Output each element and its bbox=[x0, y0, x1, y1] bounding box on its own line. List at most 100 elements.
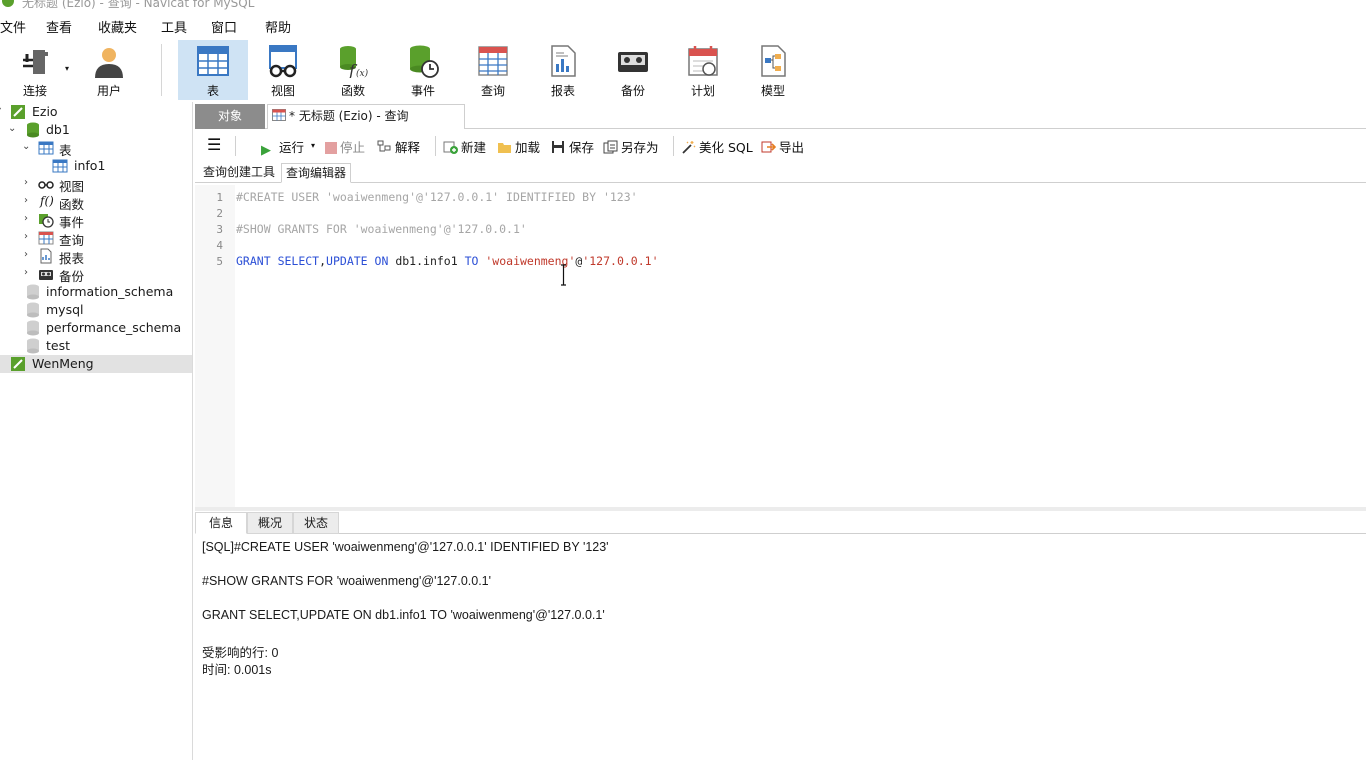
menu-tools[interactable]: 工具 bbox=[161, 17, 187, 36]
connect-dropdown-icon[interactable]: ▾ bbox=[65, 64, 69, 73]
table-icon bbox=[38, 141, 54, 155]
expand-arrow-icon[interactable]: › bbox=[24, 177, 34, 189]
database-icon bbox=[27, 338, 39, 354]
tab-info[interactable]: 信息 bbox=[195, 512, 247, 534]
run-button[interactable]: ▶ 运行 bbox=[261, 137, 304, 158]
tab-query-untitled[interactable]: * 无标题 (Ezio) - 查询 bbox=[267, 104, 465, 129]
title-bar: 无标题 (Ezio) - 查询 - Navicat for MySQL bbox=[0, 0, 1366, 12]
save-as-button[interactable]: 另存为 bbox=[603, 137, 659, 155]
backup-label: 备份 bbox=[620, 84, 645, 98]
menu-window[interactable]: 窗口 bbox=[211, 17, 237, 36]
tree-item-queries[interactable]: › 查询 bbox=[0, 229, 192, 248]
save-button[interactable]: 保存 bbox=[551, 137, 594, 155]
stop-button[interactable]: 停止 bbox=[325, 137, 365, 155]
export-button[interactable]: 导出 bbox=[761, 137, 804, 155]
tab-objects[interactable]: 对象 bbox=[195, 104, 265, 129]
tree-item-views[interactable]: › 视图 bbox=[0, 175, 192, 194]
menu-favorites[interactable]: 收藏夹 bbox=[98, 17, 137, 36]
schedule-button[interactable]: 计划 bbox=[668, 40, 738, 100]
expand-arrow-icon[interactable]: › bbox=[0, 357, 6, 369]
magic-wand-icon bbox=[682, 141, 696, 154]
report-button[interactable]: 报表 bbox=[528, 40, 598, 100]
tree-item-table-info1[interactable]: info1 bbox=[0, 157, 192, 175]
report-label: 报表 bbox=[550, 84, 575, 98]
text-cursor-icon bbox=[561, 264, 566, 286]
event-button[interactable]: 事件 bbox=[388, 40, 458, 100]
user-button[interactable]: 用户 bbox=[74, 40, 144, 100]
menu-help[interactable]: 帮助 bbox=[265, 17, 291, 36]
execution-time: 时间: 0.001s bbox=[202, 663, 272, 677]
navicat-logo-icon bbox=[2, 0, 14, 7]
toolbar-divider bbox=[161, 44, 162, 96]
tree-item-db1[interactable]: ⌄ db1 bbox=[0, 121, 192, 139]
expand-arrow-icon[interactable]: › bbox=[24, 231, 34, 243]
view-button[interactable]: 视图 bbox=[248, 40, 318, 100]
tree-item-connection-wenmeng[interactable]: › WenMeng bbox=[0, 355, 192, 373]
tree-item-reports[interactable]: › 报表 bbox=[0, 247, 192, 266]
query-icon bbox=[272, 109, 286, 121]
menu-bar: 文件 查看 收藏夹 工具 窗口 帮助 bbox=[0, 14, 1366, 36]
tab-query-editor[interactable]: 查询编辑器 bbox=[281, 163, 352, 183]
query-icon bbox=[38, 231, 54, 245]
connect-button[interactable]: ▾ 连接 bbox=[0, 40, 70, 100]
backup-button[interactable]: 备份 bbox=[598, 40, 668, 100]
backup-icon bbox=[618, 52, 648, 72]
tree-item-information-schema[interactable]: information_schema bbox=[0, 283, 192, 301]
message-line: #SHOW GRANTS FOR 'woaiwenmeng'@'127.0.0.… bbox=[202, 574, 492, 588]
tree-item-test[interactable]: test bbox=[0, 337, 192, 355]
line-number: 2 bbox=[216, 207, 223, 220]
tab-query-builder[interactable]: 查询创建工具 bbox=[199, 163, 279, 183]
editor-toolbar: ☰ ▶ 运行 ▾ 停止 解释 新建 加载 保存 另存为 美化 SQL 导出 bbox=[195, 131, 1366, 161]
query-button[interactable]: 查询 bbox=[458, 40, 528, 100]
table-button[interactable]: 表 bbox=[178, 40, 248, 100]
message-line: GRANT SELECT,UPDATE ON db1.info1 TO 'woa… bbox=[202, 608, 605, 622]
tab-status[interactable]: 状态 bbox=[293, 512, 339, 534]
tree-item-tables[interactable]: ⌄ 表 bbox=[0, 139, 192, 158]
function-label: 函数 bbox=[340, 84, 365, 98]
line-number: 1 bbox=[216, 191, 223, 204]
sql-editor[interactable]: 1 2 3 4 5 #CREATE USER 'woaiwenmeng'@'12… bbox=[195, 185, 1366, 507]
explain-icon bbox=[377, 140, 391, 152]
menu-hamburger-icon[interactable]: ☰ bbox=[207, 135, 221, 154]
tree-item-connection-ezio[interactable]: ▾ Ezio bbox=[0, 103, 192, 121]
collapse-arrow-icon[interactable]: ⌄ bbox=[8, 123, 18, 135]
beautify-sql-button[interactable]: 美化 SQL bbox=[681, 137, 753, 155]
collapse-arrow-icon[interactable]: ⌄ bbox=[22, 141, 32, 153]
menu-view[interactable]: 查看 bbox=[46, 17, 72, 36]
code-line-5: GRANT SELECT,UPDATE ON db1.info1 TO 'woa… bbox=[236, 254, 659, 268]
expand-arrow-icon[interactable]: › bbox=[24, 249, 34, 261]
message-panel: [SQL]#CREATE USER 'woaiwenmeng'@'127.0.0… bbox=[195, 535, 1366, 760]
function-icon: f() bbox=[40, 194, 54, 208]
tree-item-events[interactable]: › 事件 bbox=[0, 211, 192, 230]
database-icon bbox=[27, 320, 39, 336]
explain-button[interactable]: 解释 bbox=[377, 137, 420, 155]
svg-text:(x): (x) bbox=[356, 68, 369, 78]
new-button[interactable]: 新建 bbox=[443, 137, 486, 155]
collapse-arrow-icon[interactable]: ▾ bbox=[0, 105, 6, 117]
run-dropdown-icon[interactable]: ▾ bbox=[311, 141, 315, 159]
toolbar-divider bbox=[435, 136, 436, 156]
connect-label: 连接 bbox=[22, 84, 47, 98]
function-button[interactable]: f (x) 函数 bbox=[318, 40, 388, 100]
user-icon bbox=[95, 48, 123, 78]
model-button[interactable]: 模型 bbox=[738, 40, 808, 100]
expand-arrow-icon[interactable]: › bbox=[24, 195, 34, 207]
tab-overview[interactable]: 概况 bbox=[247, 512, 293, 534]
expand-arrow-icon[interactable]: › bbox=[24, 267, 34, 279]
code-line-1: #CREATE USER 'woaiwenmeng'@'127.0.0.1' I… bbox=[236, 190, 638, 204]
connection-icon bbox=[11, 357, 25, 371]
menu-file[interactable]: 文件 bbox=[0, 17, 26, 36]
plug-icon bbox=[23, 50, 48, 74]
load-button[interactable]: 加载 bbox=[497, 137, 540, 155]
view-label: 视图 bbox=[270, 84, 295, 98]
database-icon bbox=[27, 302, 39, 318]
tree-item-mysql[interactable]: mysql bbox=[0, 301, 192, 319]
save-icon bbox=[552, 141, 564, 153]
tree-item-backups[interactable]: › 备份 bbox=[0, 265, 192, 284]
tree-item-functions[interactable]: › f() 函数 bbox=[0, 193, 192, 212]
navigation-tree: ▾ Ezio ⌄ db1 ⌄ 表 info1 › 视图 › f() 函数 bbox=[0, 102, 193, 760]
expand-arrow-icon[interactable]: › bbox=[24, 213, 34, 225]
tree-item-performance-schema[interactable]: performance_schema bbox=[0, 319, 192, 337]
report-icon bbox=[551, 45, 576, 77]
sql-string: '127.0.0.1' bbox=[582, 254, 659, 268]
